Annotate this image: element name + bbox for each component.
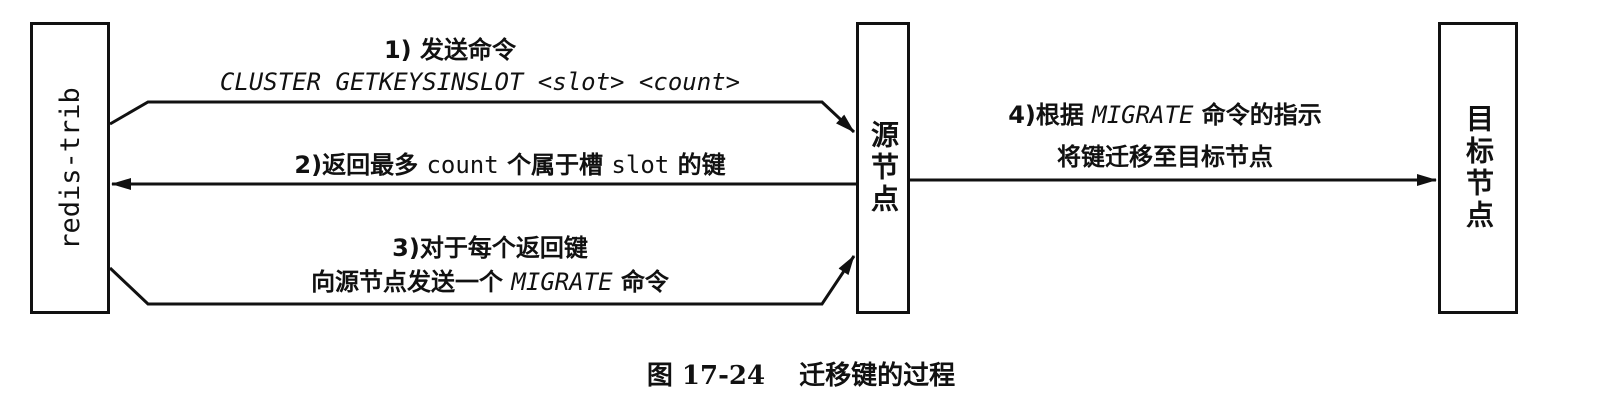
step4-subtitle: 将键迁移至目标节点: [1057, 143, 1273, 171]
figure-caption: 图 17-24 迁移键的过程: [0, 355, 1602, 392]
figure-number: 图 17-24: [646, 361, 766, 391]
step2-prefix: 2)返回最多: [294, 151, 419, 179]
step4-prefix: 4)根据: [1008, 101, 1084, 129]
diagram-connectors: [108, 100, 1437, 306]
step1-command: CLUSTER GETKEYSINSLOT <slot> <count>: [219, 68, 741, 96]
migration-diagram: redis-trib 源节点 目标节点 1) 发送命令 CLUSTER GETK…: [0, 0, 1602, 406]
step3-title: 3)对于每个返回键: [392, 234, 588, 262]
step2-slot: slot: [611, 151, 670, 179]
step1-title: 1) 发送命令: [383, 36, 517, 64]
step4-suffix: 命令的指示: [1201, 101, 1322, 129]
figure-title: 迁移键的过程: [799, 361, 956, 391]
step2-middle: 个属于槽: [507, 151, 604, 179]
node-target: 目标节点: [1438, 22, 1518, 314]
node-source-label: 源节点: [867, 120, 900, 216]
step2-suffix: 的键: [677, 151, 726, 179]
step3-command: MIGRATE: [511, 268, 613, 296]
step4-title: 4)根据 MIGRATE 命令的指示: [920, 95, 1410, 130]
arrow-step1-send-command: [109, 100, 856, 134]
node-target-label: 目标节点: [1462, 104, 1495, 232]
step2-label: 2)返回最多 count 个属于槽 slot 的键: [190, 145, 830, 180]
node-source: 源节点: [856, 22, 910, 314]
node-redis-trib-label: redis-trib: [54, 86, 86, 250]
step2-count: count: [426, 151, 499, 179]
step3-command-line: 向源节点发送一个 MIGRATE 命令: [200, 262, 780, 297]
step3-suffix: 命令: [620, 268, 669, 296]
node-redis-trib: redis-trib: [30, 22, 110, 314]
step4-command: MIGRATE: [1092, 101, 1194, 129]
step3-prefix: 向源节点发送一个: [311, 268, 504, 296]
